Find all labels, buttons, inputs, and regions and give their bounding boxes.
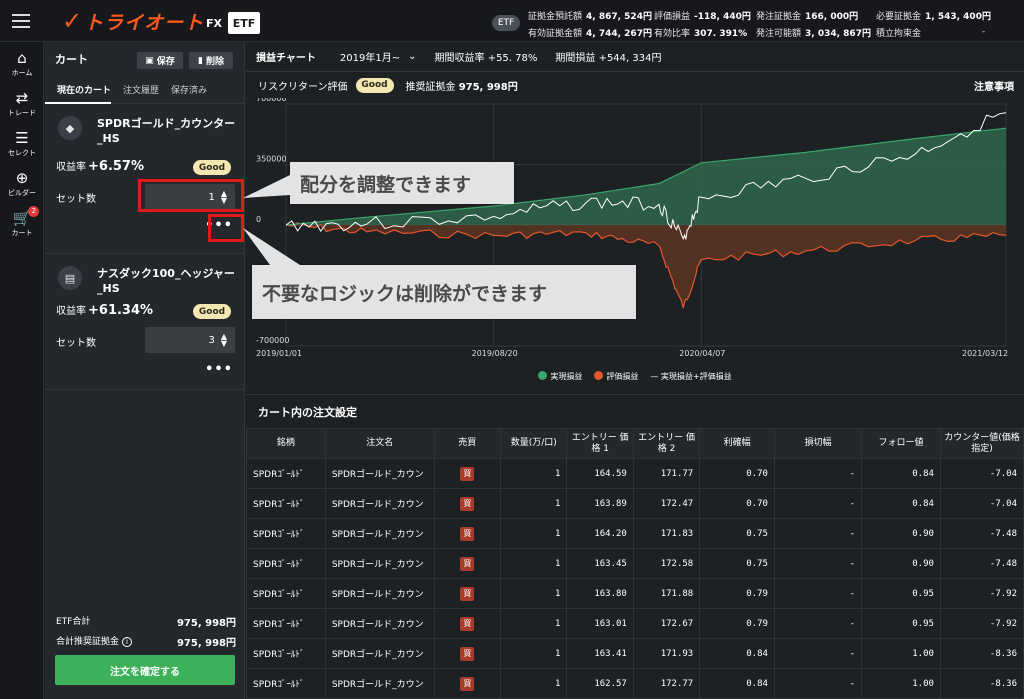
callout-pointer [243, 175, 290, 198]
callout-pointer [243, 228, 300, 265]
app-window: ✓ トライオート FX ETF ETF 証拠金預託額 4, 867, 524円 評… [0, 0, 1024, 699]
callout-pointers [243, 175, 300, 265]
